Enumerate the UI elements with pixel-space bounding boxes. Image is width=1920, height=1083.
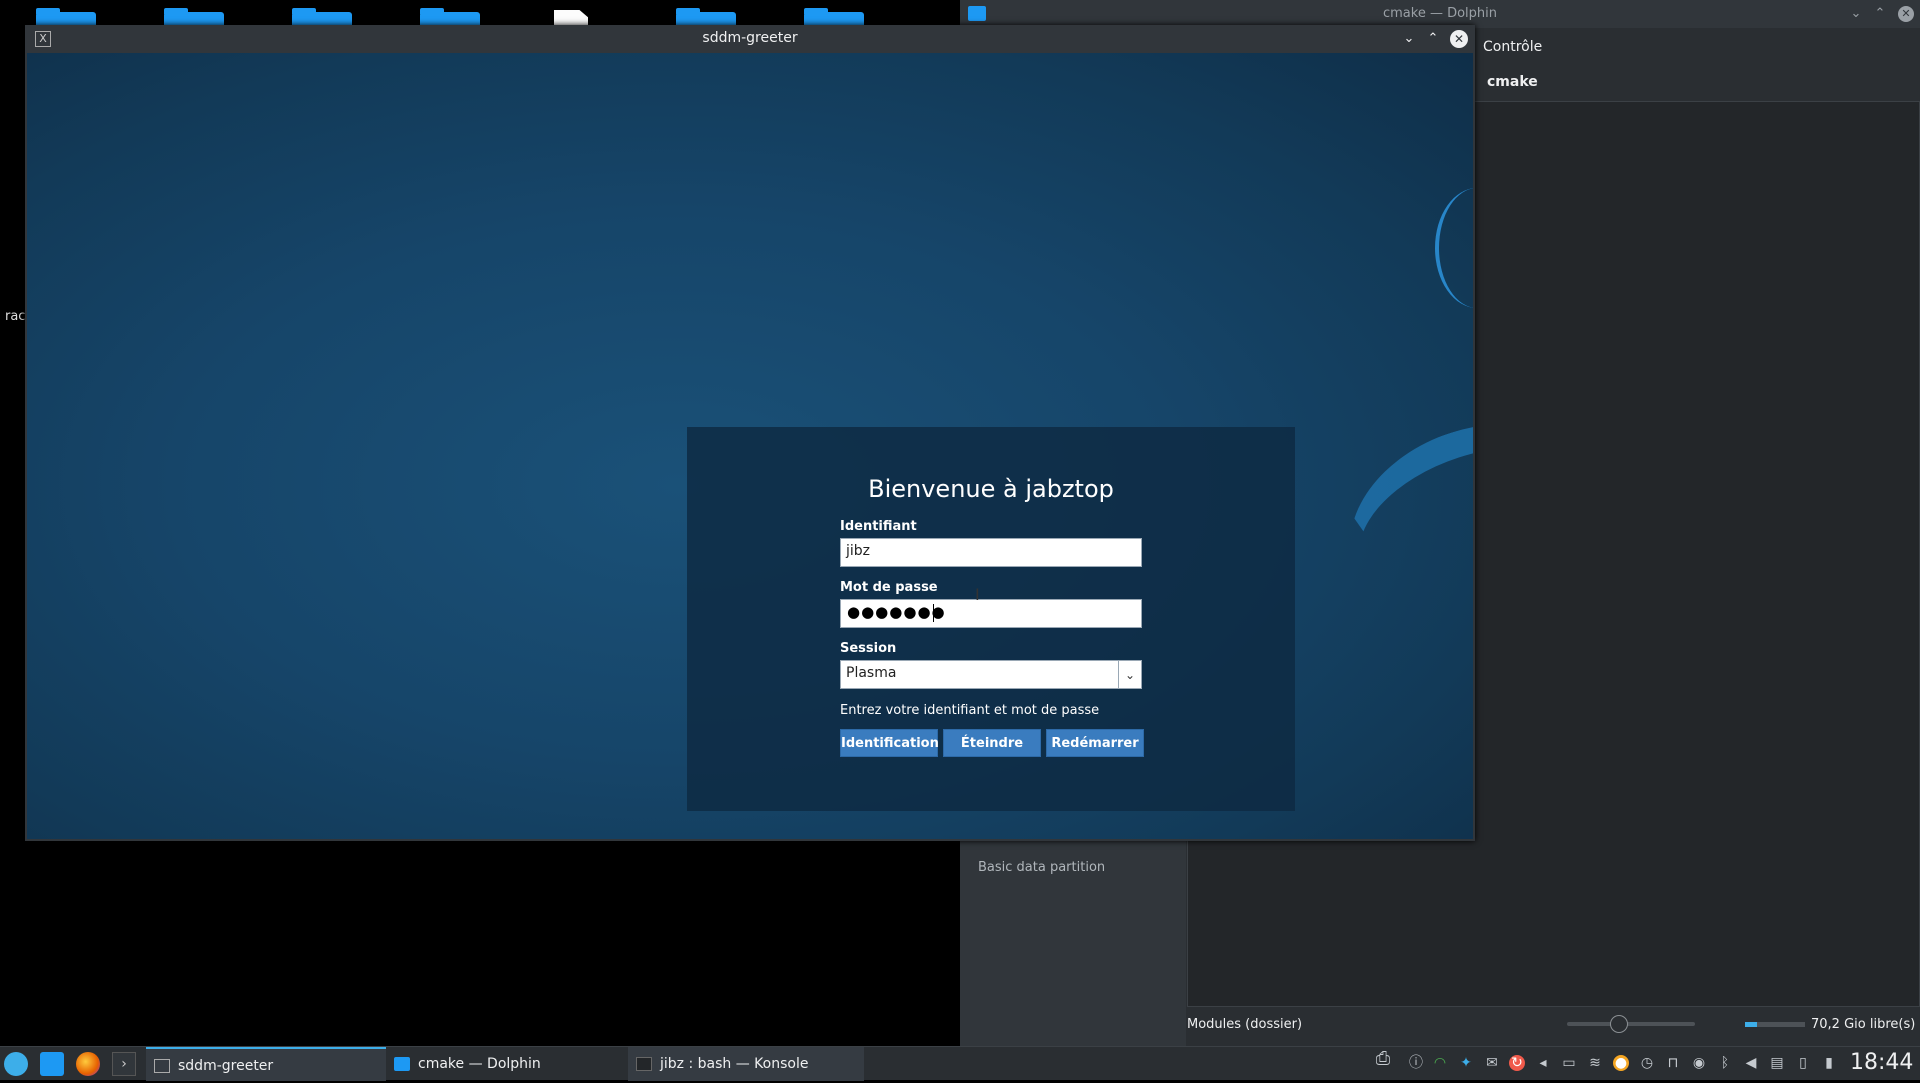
task-sddm-greeter[interactable]: sddm-greeter — [146, 1047, 386, 1081]
terminal-icon — [636, 1057, 652, 1071]
close-icon[interactable]: ✕ — [1450, 30, 1468, 48]
dropbox-icon[interactable]: ✦ — [1458, 1055, 1474, 1071]
text-caret — [933, 604, 934, 622]
greeter-window-title: sddm-greeter — [702, 30, 798, 46]
lock-icon[interactable]: ⊓ — [1665, 1055, 1681, 1071]
welcome-heading: Bienvenue à jabztop — [868, 475, 1114, 503]
printer-icon[interactable]: ⎙ — [1372, 1050, 1394, 1073]
redshift-icon[interactable]: ● — [1613, 1055, 1629, 1071]
login-hint: Entrez votre identifiant et mot de passe — [840, 703, 1100, 718]
mail-icon[interactable]: ✉ — [1484, 1055, 1500, 1071]
close-icon[interactable]: ✕ — [1898, 6, 1914, 22]
task-dolphin[interactable]: cmake — Dolphin — [386, 1047, 626, 1081]
greeter-background: Bienvenue à jabztop Identifiant jibz Mot… — [27, 53, 1473, 839]
greeter-titlebar[interactable]: X sddm-greeter ⌄ ⌃ ✕ — [25, 25, 1475, 53]
taskbar: › sddm-greeter cmake — Dolphin jibz : ba… — [0, 1046, 1920, 1081]
network-icon[interactable]: ≋ — [1587, 1055, 1603, 1071]
desktop-icon-label[interactable]: rac — [5, 309, 25, 324]
reboot-button[interactable]: Redémarrer — [1046, 729, 1144, 757]
control-menu[interactable]: Contrôle — [1483, 39, 1542, 55]
minimize-icon[interactable]: ⌄ — [1399, 29, 1419, 49]
session-select[interactable]: Plasma ⌄ — [840, 660, 1142, 689]
task-label: sddm-greeter — [178, 1058, 274, 1074]
login-button[interactable]: Identification — [840, 729, 939, 757]
dolphin-window-title: cmake — Dolphin — [1382, 6, 1498, 21]
wifi-icon[interactable]: ◠ — [1432, 1055, 1448, 1071]
chevron-down-icon[interactable]: ⌄ — [1118, 661, 1141, 689]
maximize-icon[interactable]: ⌃ — [1870, 4, 1890, 24]
background-swirl — [1323, 391, 1473, 661]
update-icon[interactable]: ↻ — [1509, 1055, 1525, 1071]
firefox-icon[interactable] — [76, 1052, 100, 1076]
password-label: Mot de passe — [840, 580, 938, 595]
shutdown-button[interactable]: Éteindre — [943, 729, 1041, 757]
sddm-greeter-window: X sddm-greeter ⌄ ⌃ ✕ Bienvenue à jabztop… — [25, 25, 1475, 841]
status-text: Modules (dossier) — [1187, 1017, 1303, 1032]
clock-icon[interactable]: ◷ — [1639, 1055, 1655, 1071]
task-label: jibz : bash — Konsole — [660, 1056, 809, 1072]
text-cursor-icon: I — [975, 585, 980, 604]
zoom-slider-track[interactable] — [1567, 1022, 1695, 1026]
free-space-label: 70,2 Gio libre(s) — [1811, 1017, 1916, 1032]
task-label: cmake — Dolphin — [418, 1056, 541, 1072]
breadcrumb[interactable]: cmake — [1487, 74, 1538, 90]
terminal-icon[interactable]: › — [112, 1052, 136, 1076]
clipboard-icon[interactable]: ▤ — [1769, 1055, 1785, 1071]
x11-app-icon — [154, 1059, 170, 1073]
volume-icon[interactable]: ◀ — [1743, 1055, 1759, 1071]
free-space-bar-fill — [1745, 1022, 1757, 1027]
bluetooth-icon[interactable]: ᛒ — [1717, 1055, 1733, 1071]
chevron-down-icon[interactable]: ⌄ — [1846, 4, 1866, 24]
dolphin-titlebar[interactable]: cmake — Dolphin ⌄ ⌃ ✕ — [960, 0, 1920, 28]
app-launcher-icon[interactable] — [4, 1052, 28, 1076]
session-value: Plasma — [846, 665, 897, 681]
password-mask: ●●●●●●● — [847, 603, 946, 621]
password-field[interactable]: ●●●●●●● — [840, 599, 1142, 628]
session-label: Session — [840, 641, 897, 656]
username-label: Identifiant — [840, 519, 917, 534]
folder-icon — [394, 1057, 410, 1071]
info-icon[interactable]: ⓘ — [1408, 1055, 1424, 1071]
battery-icon[interactable]: ▭ — [1561, 1055, 1577, 1071]
username-field[interactable]: jibz — [840, 538, 1142, 567]
username-value: jibz — [846, 543, 871, 559]
record-icon[interactable]: ◉ — [1691, 1055, 1707, 1071]
background-swirl — [1435, 188, 1473, 308]
zoom-slider-handle[interactable] — [1610, 1015, 1628, 1033]
task-konsole[interactable]: jibz : bash — Konsole — [628, 1047, 864, 1081]
clock[interactable]: 18:44 — [1850, 1047, 1913, 1079]
file-manager-icon[interactable] — [40, 1052, 64, 1076]
login-panel: Bienvenue à jabztop Identifiant jibz Mot… — [687, 427, 1295, 811]
usb-icon[interactable]: ▯ — [1795, 1055, 1811, 1071]
places-item-partition[interactable]: Basic data partition — [978, 860, 1105, 875]
maximize-icon[interactable]: ⌃ — [1423, 29, 1443, 49]
notification-icon[interactable]: ◂ — [1535, 1055, 1551, 1071]
power-icon[interactable]: ▮ — [1821, 1055, 1837, 1071]
